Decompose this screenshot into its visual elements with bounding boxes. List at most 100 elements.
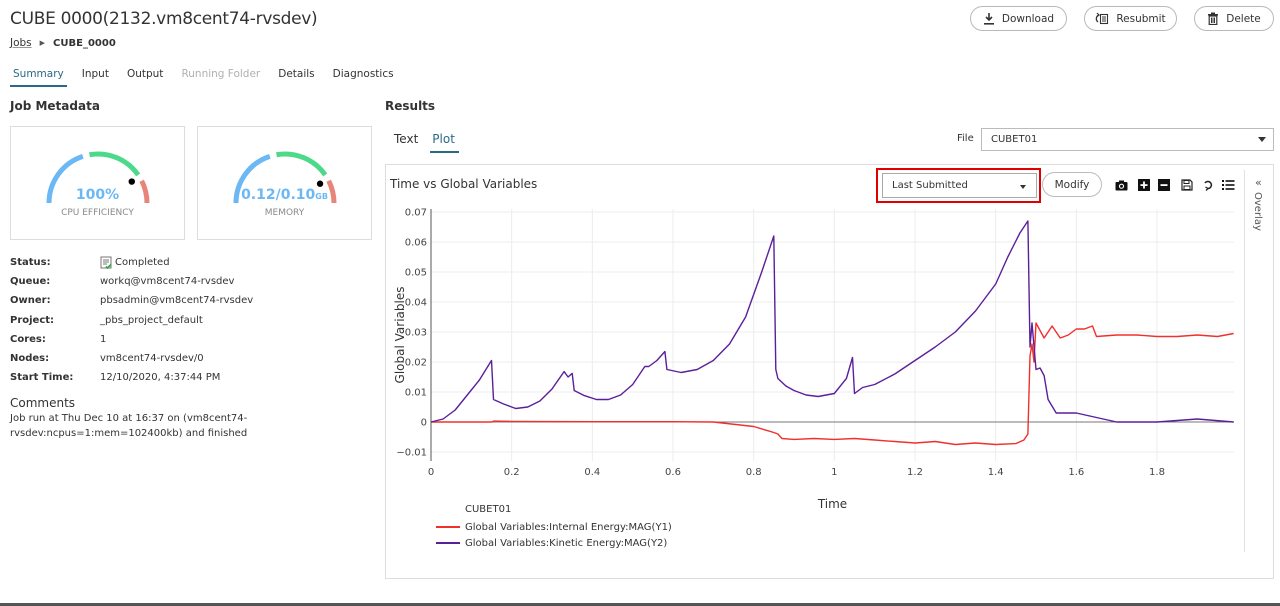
resubmit-button[interactable]: Resubmit — [1084, 6, 1177, 31]
tab-output[interactable]: Output — [124, 68, 166, 87]
y-tick-label: 0.06 — [405, 238, 427, 249]
breadcrumb-separator-icon: ▶ — [39, 39, 46, 47]
file-select-value: CUBET01 — [991, 134, 1038, 145]
file-select[interactable]: CUBET01 — [981, 128, 1274, 151]
reset-icon[interactable] — [1201, 178, 1215, 192]
tab-text[interactable]: Text — [392, 132, 422, 153]
y-tick-label: 0.01 — [405, 388, 427, 399]
results-tabs: Text Plot — [392, 132, 467, 153]
gauge-value: 0.12/0.10GB — [241, 187, 328, 203]
x-axis-label: Time — [817, 497, 847, 510]
modify-button[interactable]: Modify — [1042, 172, 1102, 197]
legend-label: Global Variables:Internal Energy:MAG(Y1) — [465, 521, 672, 533]
y-tick-label: 0.05 — [405, 268, 427, 279]
comments-text: Job run at Thu Dec 10 at 16:37 on (vm8ce… — [10, 413, 248, 439]
legend-item[interactable]: Global Variables:Kinetic Energy:MAG(Y2) — [436, 535, 672, 551]
save-icon[interactable] — [1180, 178, 1194, 192]
resubmit-label: Resubmit — [1116, 12, 1166, 25]
tab-details[interactable]: Details — [275, 68, 317, 87]
y-axis-label: Global Variables — [393, 287, 407, 384]
tab-summary[interactable]: Summary — [10, 68, 67, 87]
x-tick-label: 1.4 — [988, 467, 1004, 478]
x-tick-label: 1 — [831, 467, 837, 478]
chart-legend: CUBET01 Global Variables:Internal Energy… — [436, 504, 672, 551]
plot-version-value: Last Submitted — [892, 180, 968, 191]
breadcrumb-jobs-link[interactable]: Jobs — [10, 37, 32, 49]
field-cores: Cores: 1 — [10, 330, 253, 349]
y-tick-label: 0.02 — [405, 358, 427, 369]
y-tick-label: 0.07 — [405, 208, 427, 219]
gauge-value: 100% — [75, 187, 120, 203]
field-owner: Owner: pbsadmin@vm8cent74-rvsdev — [10, 291, 253, 310]
legend-swatch-icon — [436, 526, 460, 528]
field-value: 12/10/2020, 4:37:44 PM — [100, 372, 221, 384]
x-tick-label: 0 — [428, 467, 434, 478]
field-value: 1 — [100, 333, 107, 345]
plot-title: Time vs Global Variables — [390, 177, 538, 191]
field-nodes: Nodes: vm8cent74-rvsdev/0 — [10, 349, 253, 368]
x-tick-label: 0.2 — [504, 467, 520, 478]
tab-input[interactable]: Input — [79, 68, 112, 87]
tab-plot[interactable]: Plot — [430, 132, 459, 153]
field-key: Start Time: — [10, 372, 74, 384]
zoom-out-icon[interactable] — [1157, 178, 1171, 192]
field-queue: Queue: workq@vm8cent74-rvsdev — [10, 272, 253, 291]
delete-button[interactable]: Delete — [1194, 6, 1274, 31]
gauge-label: MEMORY — [264, 208, 305, 218]
completed-status-icon — [100, 256, 112, 270]
field-key: Nodes: — [10, 353, 50, 365]
field-value: workq@vm8cent74-rvsdev — [100, 276, 235, 288]
tab-running-folder[interactable]: Running Folder — [178, 68, 263, 87]
breadcrumb: Jobs ▶ CUBE_0000 — [10, 37, 116, 49]
field-key: Project: — [10, 314, 55, 326]
x-tick-label: 1.2 — [907, 467, 923, 478]
trash-icon — [1208, 12, 1219, 25]
resubmit-icon — [1096, 12, 1109, 25]
gauge-arc-icon — [233, 151, 337, 204]
x-tick-label: 0.4 — [584, 467, 600, 478]
memory-gauge: 0.12/0.10GB MEMORY — [197, 126, 372, 240]
legend-item[interactable]: Global Variables:Internal Energy:MAG(Y1) — [436, 519, 672, 535]
plot-version-select[interactable]: Last Submitted — [882, 173, 1037, 198]
y-tick-label: 0.03 — [405, 328, 427, 339]
field-value: Completed — [115, 257, 170, 269]
gauge-arc-icon — [46, 151, 150, 204]
download-button[interactable]: Download — [970, 6, 1067, 31]
zoom-in-icon[interactable] — [1137, 178, 1151, 192]
y-tick-label: −0.01 — [396, 448, 427, 459]
page-title: CUBE 0000(2132.vm8cent74-rvsdev) — [10, 9, 318, 29]
field-value: pbsadmin@vm8cent74-rvsdev — [100, 295, 254, 307]
legend-label: Global Variables:Kinetic Energy:MAG(Y2) — [465, 537, 668, 549]
job-tabs: Summary Input Output Running Folder Deta… — [10, 68, 409, 87]
plot-chart[interactable]: 0 0.2 0.4 0.6 0.8 1 1.2 1.4 1.6 1.8−0.0100.010.02… — [385, 200, 1245, 510]
overlay-panel-toggle[interactable]: Overlay — [1252, 192, 1263, 231]
delete-label: Delete — [1226, 12, 1261, 25]
gauge-label: CPU EFFICIENCY — [61, 208, 134, 218]
field-value: _pbs_project_default — [100, 314, 203, 326]
y-tick-label: 0.04 — [405, 298, 427, 309]
camera-icon[interactable] — [1114, 178, 1128, 192]
legend-list-icon[interactable] — [1221, 178, 1235, 192]
download-label: Download — [1001, 12, 1055, 25]
field-key: Status: — [10, 257, 51, 269]
x-tick-label: 1.8 — [1149, 467, 1165, 478]
legend-swatch-icon — [436, 542, 460, 544]
gauge-needle-dot — [128, 178, 135, 185]
gauge-needle-dot — [316, 180, 324, 187]
field-project: Project: _pbs_project_default — [10, 311, 253, 330]
x-tick-label: 0.6 — [665, 467, 681, 478]
field-key: Owner: — [10, 295, 51, 307]
expand-overlay-icon[interactable]: « — [1255, 176, 1262, 189]
field-value: vm8cent74-rvsdev/0 — [100, 353, 204, 365]
field-key: Cores: — [10, 333, 46, 345]
field-start-time: Start Time: 12/10/2020, 4:37:44 PM — [10, 368, 253, 387]
series-internal-energy-line[interactable] — [431, 322, 1234, 446]
x-tick-label: 0.8 — [746, 467, 762, 478]
tab-diagnostics[interactable]: Diagnostics — [330, 68, 397, 87]
gauge-segment-mid — [89, 151, 141, 177]
breadcrumb-current: CUBE_0000 — [53, 37, 116, 49]
y-tick-label: 0 — [421, 418, 427, 429]
caret-down-icon — [1258, 137, 1266, 142]
field-key: Queue: — [10, 276, 51, 288]
download-icon — [983, 13, 994, 25]
